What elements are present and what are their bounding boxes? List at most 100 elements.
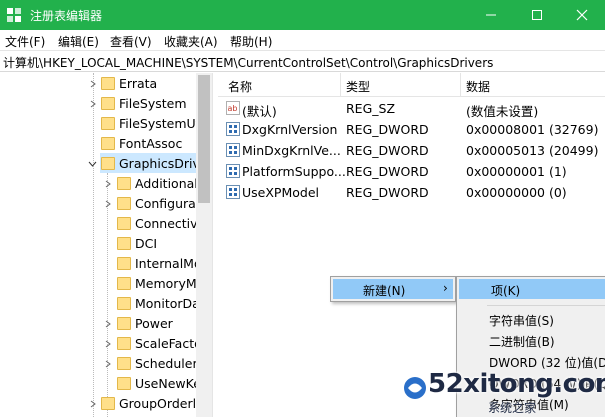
submenu-arrow-icon: › (443, 281, 448, 295)
tree-item-label: UseNewKe (135, 375, 201, 391)
folder-icon (117, 276, 131, 290)
column-header-type[interactable]: 类型 (346, 78, 370, 95)
submenu-item-binary-value[interactable]: 二进制值(B) (489, 333, 555, 350)
tree-item[interactable]: FileSystem (101, 93, 187, 113)
tree-item[interactable]: MemoryM (117, 273, 197, 293)
column-header-name[interactable]: 名称 (228, 78, 252, 95)
scrollbar-thumb[interactable] (198, 75, 210, 203)
tree-item-label: FileSystem (119, 95, 187, 111)
expand-chevron-icon[interactable] (88, 399, 98, 409)
folder-icon (117, 256, 131, 270)
folder-icon (117, 376, 131, 390)
minimize-button[interactable] (468, 0, 514, 30)
tree-item[interactable]: MonitorDa (117, 293, 200, 313)
tree-item[interactable]: UseNewKe (117, 373, 201, 393)
close-button[interactable] (559, 0, 605, 30)
expand-chevron-icon[interactable] (103, 359, 113, 369)
tree-item[interactable]: Additional (117, 173, 198, 193)
folder-icon (117, 316, 131, 330)
tree-item[interactable]: InternalMo (117, 253, 202, 273)
folder-icon (117, 336, 131, 350)
expand-chevron-icon[interactable] (103, 199, 113, 209)
tree-item[interactable]: FontAssoc (101, 133, 182, 153)
folder-icon (117, 196, 131, 210)
list-row[interactable]: DxgKrnlVersion REG_DWORD 0x00008001 (327… (218, 119, 605, 140)
folder-icon (101, 96, 115, 110)
address-bar[interactable]: 计算机\HKEY_LOCAL_MACHINE\SYSTEM\CurrentCon… (0, 50, 605, 72)
tree-item[interactable]: Configurat (117, 193, 201, 213)
tree-item[interactable]: Connectivi (117, 213, 201, 233)
tree-item-label: InternalMo (135, 255, 202, 271)
tree-item-label: GroupOrderl (119, 395, 197, 411)
minimize-icon (486, 14, 496, 16)
tree-scrollbar[interactable] (196, 73, 212, 417)
tree-item[interactable]: DCI (117, 233, 157, 253)
expand-chevron-icon[interactable] (88, 99, 98, 109)
close-icon (576, 9, 588, 21)
column-header-data[interactable]: 数据 (466, 78, 490, 95)
string-value-icon: ab (226, 101, 240, 115)
value-type: REG_DWORD (346, 185, 429, 200)
menu-item-new[interactable]: 新建(N) › (333, 279, 453, 299)
value-name: PlatformSuppo... (242, 164, 346, 179)
tree-item[interactable]: Scheduler (117, 353, 198, 373)
context-menu: 新建(N) › (330, 276, 456, 302)
menu-favorites[interactable]: 收藏夹(A) (164, 33, 218, 50)
watermark-logo-icon (404, 377, 426, 399)
folder-icon (117, 236, 131, 250)
tree-item-label: Connectivi (135, 215, 202, 231)
tree-item[interactable]: Errata (101, 73, 157, 93)
folder-icon (101, 116, 115, 130)
watermark-subtitle: 系统之家 (488, 401, 537, 415)
list-row[interactable]: ab (默认) REG_SZ (数值未设置) (218, 98, 605, 119)
menu-view[interactable]: 查看(V) (110, 33, 152, 50)
tree-item-label: DCI (135, 235, 158, 251)
folder-icon (101, 396, 115, 410)
tree-item[interactable]: ScaleFacto (117, 333, 202, 353)
tree-item[interactable]: GroupOrderl (101, 393, 196, 413)
expand-chevron-icon[interactable] (103, 179, 113, 189)
folder-icon (117, 176, 131, 190)
tree-item-selected[interactable]: GraphicsDriv (100, 153, 200, 173)
registry-editor-icon (7, 8, 21, 22)
address-path[interactable]: 计算机\HKEY_LOCAL_MACHINE\SYSTEM\CurrentCon… (3, 54, 493, 71)
menu-file[interactable]: 文件(F) (5, 33, 45, 50)
value-name: MinDxgKrnlVe... (242, 143, 341, 158)
menu-separator (487, 305, 605, 306)
tree-item[interactable]: FileSystemUti (101, 113, 204, 133)
column-divider[interactable] (460, 73, 461, 97)
collapse-chevron-icon[interactable] (87, 159, 97, 169)
tree-guide-line (107, 173, 108, 417)
watermark-brand: 52xitong.com (428, 369, 605, 399)
maximize-button[interactable] (514, 0, 560, 30)
value-data: 0x00008001 (32769) (466, 122, 599, 137)
list-row[interactable]: MinDxgKrnlVe... REG_DWORD 0x00005013 (20… (218, 140, 605, 161)
menu-help[interactable]: 帮助(H) (230, 33, 272, 50)
value-data: 0x00000000 (0) (466, 185, 567, 200)
expand-chevron-icon[interactable] (103, 319, 113, 329)
value-type: REG_SZ (346, 101, 396, 116)
value-data: 0x00005013 (20499) (466, 143, 599, 158)
expand-chevron-icon[interactable] (103, 339, 113, 349)
title-bar: 注册表编辑器 (0, 0, 605, 30)
list-row[interactable]: PlatformSuppo... REG_DWORD 0x00000001 (1… (218, 161, 605, 182)
submenu-item-key-label: 项(K) (491, 284, 521, 298)
tree-item-label: GraphicsDriv (119, 155, 200, 171)
tree-item-label: Configurat (135, 195, 201, 211)
list-row[interactable]: UseXPModel REG_DWORD 0x00000000 (0) (218, 182, 605, 203)
tree-guide-line (93, 73, 94, 417)
window-title: 注册表编辑器 (30, 9, 103, 23)
binary-value-icon (226, 122, 240, 136)
folder-icon (117, 216, 131, 230)
submenu-item-key[interactable]: 项(K) (459, 279, 605, 299)
svg-text:ab: ab (228, 104, 238, 113)
tree-item[interactable]: Power (117, 313, 173, 333)
menu-edit[interactable]: 编辑(E) (58, 33, 99, 50)
submenu-item-string-value[interactable]: 字符串值(S) (489, 312, 554, 329)
column-divider[interactable] (340, 73, 341, 97)
tree-item-label: Power (135, 315, 173, 331)
list-header: 名称 类型 数据 (218, 73, 605, 97)
tree-item-label: Additional (135, 175, 198, 191)
expand-chevron-icon[interactable] (88, 79, 98, 89)
folder-icon (101, 136, 115, 150)
